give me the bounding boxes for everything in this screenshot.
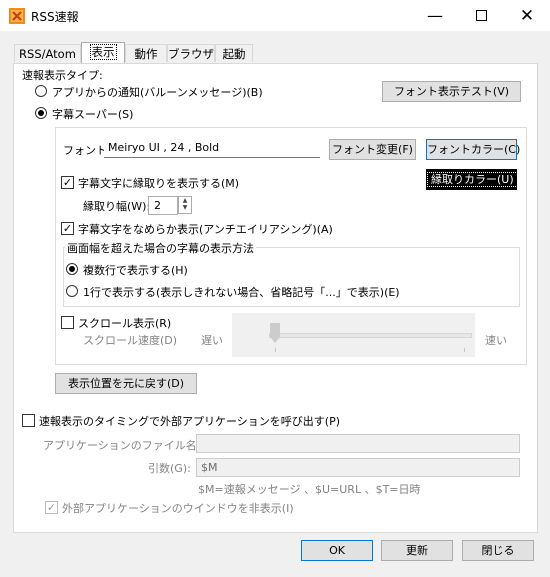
radio-super-label[interactable]: 字幕スーパー(S) <box>52 106 133 122</box>
hide-window-checkbox-label[interactable]: 外部アプリケーションのウインドウを非表示(I) <box>62 500 294 516</box>
outline-checkbox[interactable]: ✓ <box>61 176 74 189</box>
tab-browser[interactable]: ブラウザ <box>167 44 215 62</box>
font-change-button[interactable]: フォント変更(F) <box>329 139 416 160</box>
update-button[interactable]: 更新 <box>381 540 453 561</box>
scroll-checkbox[interactable] <box>61 316 74 329</box>
outline-checkbox-label[interactable]: 字幕文字に縁取りを表示する(M) <box>78 175 239 191</box>
radio-super[interactable] <box>35 107 47 119</box>
tab-rss-atom[interactable]: RSS/Atom <box>14 44 81 62</box>
outline-width-spinner[interactable]: ▲ ▼ <box>178 196 192 214</box>
overflow-group-title: 画面幅を超えた場合の字幕の表示方法 <box>65 240 256 256</box>
font-color-button[interactable]: フォントカラー(C) <box>426 139 520 160</box>
radio-multiline-label[interactable]: 複数行で表示する(H) <box>83 262 188 278</box>
app-file-label: アプリケーションのファイル名(X): <box>43 439 217 452</box>
rss-app-icon <box>9 8 25 24</box>
outline-width-input[interactable]: 2 <box>148 196 178 215</box>
radio-singleline[interactable] <box>66 285 78 297</box>
slider-thumb[interactable] <box>270 323 280 343</box>
tab-startup[interactable]: 起動 <box>215 44 253 62</box>
scroll-speed-slider[interactable] <box>232 313 475 357</box>
slow-label: 遅い <box>201 334 223 347</box>
args-hint: $M=速報メッセージ 、$U=URL 、$T=日時 <box>198 483 421 496</box>
tab-behavior[interactable]: 動作 <box>125 44 167 62</box>
args-input[interactable]: $M <box>196 458 520 477</box>
radio-multiline[interactable] <box>66 263 78 275</box>
minimize-icon[interactable]: — <box>412 0 458 31</box>
tab-display[interactable]: 表示 <box>81 42 125 63</box>
radio-notify-label[interactable]: アプリからの通知(バルーンメッセージ)(B) <box>52 84 263 100</box>
close-button[interactable]: 閉じる <box>462 540 534 561</box>
outline-color-button[interactable]: 縁取りカラー(U) <box>426 169 518 190</box>
slider-track <box>269 333 472 338</box>
reset-position-button[interactable]: 表示位置を元に戻す(D) <box>55 373 197 394</box>
slider-tick <box>275 348 276 352</box>
args-label: 引数(G): <box>148 462 191 475</box>
title-bar: RSS速報 — ✕ <box>0 0 550 31</box>
settings-window: RSS速報 — ✕ RSS/Atom 表示 動作 ブラウザ 起動 速報表示タイプ… <box>0 0 550 577</box>
external-app-checkbox[interactable] <box>22 414 35 427</box>
display-type-label: 速報表示タイプ: <box>22 69 103 82</box>
maximize-icon[interactable] <box>458 0 504 31</box>
app-file-input[interactable] <box>196 434 520 453</box>
fast-label: 速い <box>485 334 507 347</box>
window-title: RSS速報 <box>31 10 79 24</box>
outline-width-label: 縁取り幅(W): <box>83 200 151 213</box>
external-app-checkbox-label[interactable]: 速報表示のタイミングで外部アプリケーションを呼び出す(P) <box>39 413 340 429</box>
close-icon[interactable]: ✕ <box>504 0 550 31</box>
ok-button[interactable]: OK <box>301 540 373 561</box>
scroll-checkbox-label[interactable]: スクロール表示(R) <box>78 315 171 331</box>
font-value-field: Meiryo UI , 24 , Bold <box>104 139 320 158</box>
radio-singleline-label[interactable]: 1行で表示する(表示しきれない場合、省略記号「...」で表示)(E) <box>83 284 400 300</box>
slider-tick <box>464 348 465 352</box>
antialias-checkbox-label[interactable]: 字幕文字をなめらか表示(アンチエイリアシング)(A) <box>78 221 333 237</box>
radio-notify[interactable] <box>35 85 47 97</box>
hide-window-checkbox[interactable]: ✓ <box>45 501 58 514</box>
antialias-checkbox[interactable]: ✓ <box>61 222 74 235</box>
font-test-button[interactable]: フォント表示テスト(V) <box>382 81 521 102</box>
scroll-speed-label: スクロール速度(D) <box>83 334 178 347</box>
